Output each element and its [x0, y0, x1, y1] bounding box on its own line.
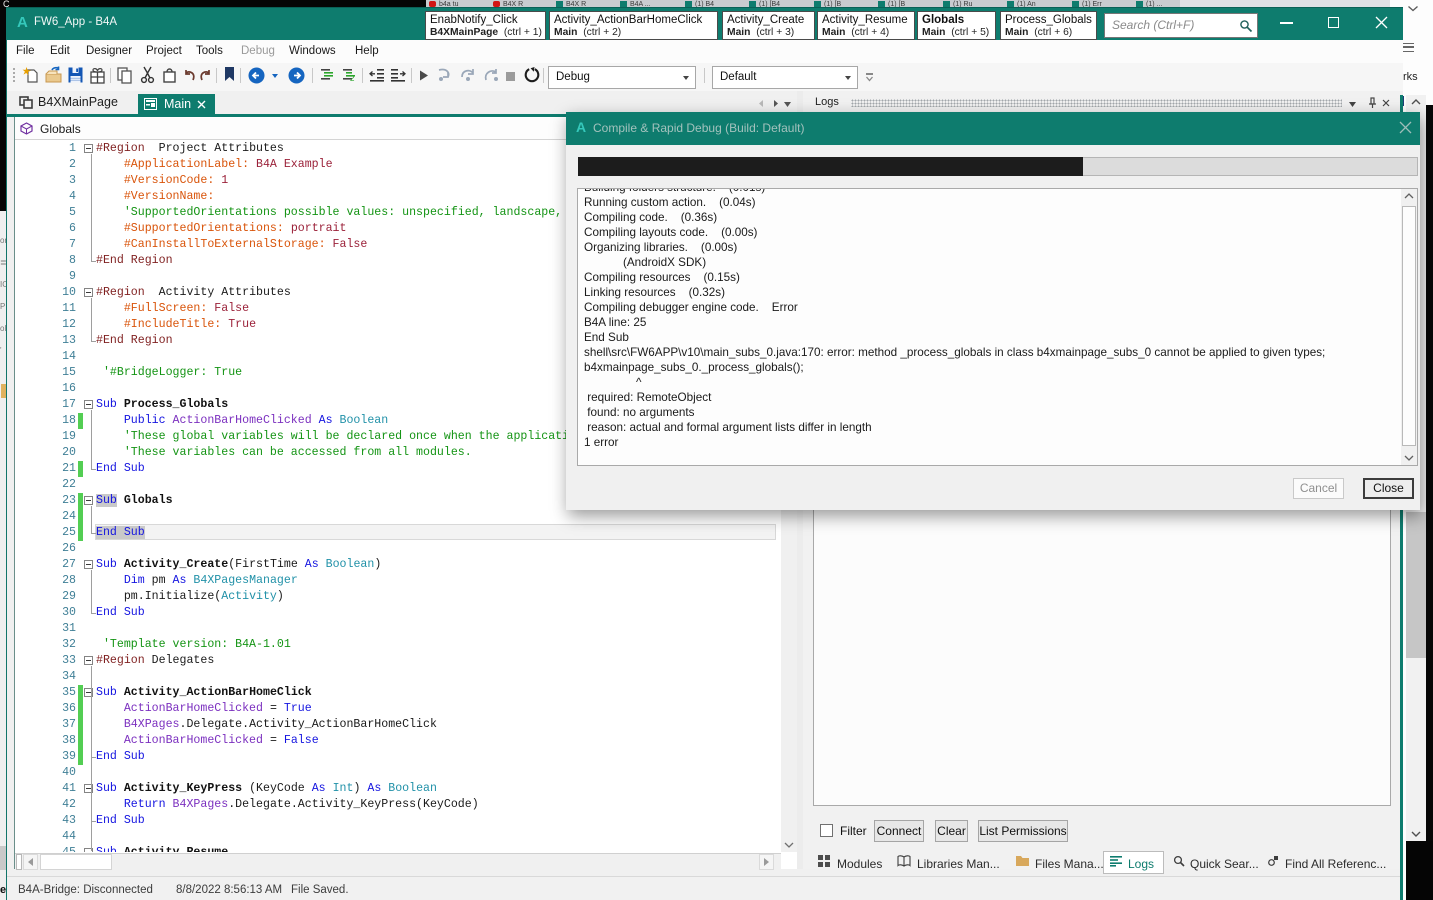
svg-text:2: 2 [350, 74, 355, 83]
